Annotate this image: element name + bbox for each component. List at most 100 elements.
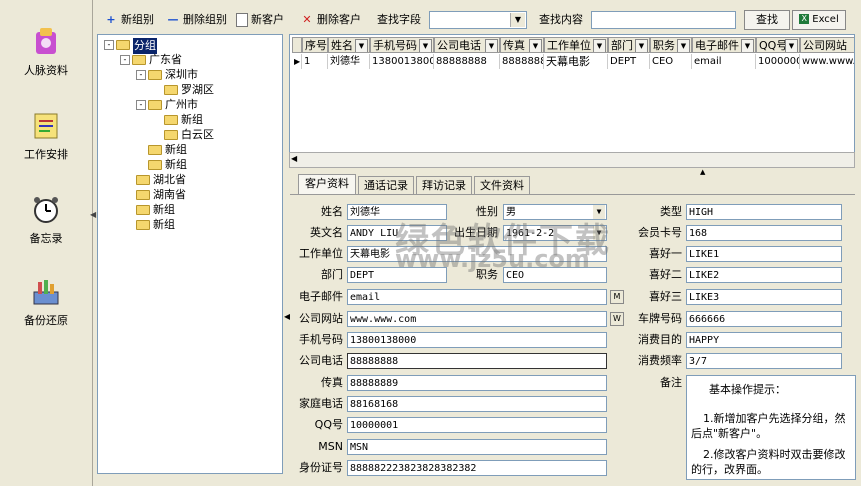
dropdown-arrow-icon[interactable]: ▼ [355, 39, 368, 52]
table-cell[interactable]: DEPT [608, 54, 650, 69]
splitter-up-icon[interactable]: ▲ [700, 168, 705, 176]
label-mobile: 手机号码 [299, 333, 343, 346]
email-field[interactable]: email [347, 289, 607, 305]
tree-node[interactable]: 罗湖区 [164, 83, 214, 97]
tree-node[interactable]: 湖南省 [136, 188, 186, 202]
tree-node[interactable]: 新组 [148, 158, 187, 172]
horizontal-scrollbar[interactable]: ◀ [289, 152, 855, 168]
dropdown-arrow-icon[interactable]: ▼ [419, 39, 432, 52]
website-field[interactable]: www.www.com [347, 311, 607, 327]
watermark-url: www.jz5u.com [395, 245, 590, 273]
hobby1-field[interactable]: LIKE1 [686, 246, 842, 262]
nav-memo[interactable]: 备忘录 [0, 194, 92, 246]
label-english-name: 英文名 [310, 226, 343, 239]
remarks-textarea[interactable]: 基本操作提示： 1.新增加客户先选择分组，然后点"新客户"。 2.修改客户资料时… [686, 375, 856, 480]
search-content-input[interactable] [591, 11, 736, 29]
column-header[interactable]: 传真 ▼ [500, 37, 544, 53]
tree-node[interactable]: - 广东省 [120, 53, 182, 67]
home-phone-field[interactable]: 88168168 [347, 396, 607, 412]
scroll-left-icon[interactable]: ◀ [291, 154, 297, 163]
collapse-icon[interactable]: - [136, 100, 146, 110]
nav-schedule[interactable]: 工作安排 [0, 110, 92, 162]
dropdown-arrow-icon[interactable]: ▼ [529, 39, 542, 52]
nav-backup[interactable]: 备份还原 [0, 276, 92, 328]
hobby3-field[interactable]: LIKE3 [686, 289, 842, 305]
new-group-button[interactable]: + 新组别 [104, 10, 154, 30]
column-header[interactable]: 公司电话 ▼ [434, 37, 500, 53]
column-header[interactable]: 公司网站 [800, 37, 854, 53]
tree-node[interactable]: 新组 [148, 143, 187, 157]
tab-visit-records[interactable]: 拜访记录 [416, 176, 472, 194]
collapse-nav-icon[interactable]: ◀ [90, 210, 96, 226]
dropdown-arrow-icon[interactable]: ▼ [677, 39, 690, 52]
dropdown-arrow-icon[interactable]: ▼ [785, 39, 798, 52]
dropdown-arrow-icon[interactable]: ▼ [635, 39, 648, 52]
tree-node[interactable]: 白云区 [164, 128, 214, 142]
collapse-icon[interactable]: - [104, 40, 114, 50]
tree-node[interactable]: - 广州市 [136, 98, 198, 112]
column-header[interactable]: 部门 ▼ [608, 37, 650, 53]
type-field[interactable]: HIGH [686, 204, 842, 220]
folder-icon [136, 175, 150, 185]
dropdown-arrow-icon[interactable]: ▼ [593, 39, 606, 52]
tree-node[interactable]: 新组 [136, 203, 175, 217]
column-header[interactable]: 序号 [302, 37, 328, 53]
tree-node[interactable]: 湖北省 [136, 173, 186, 187]
table-cell[interactable]: 88888888 [434, 54, 500, 69]
group-tree[interactable]: - 分组 - 广东省 - 深圳市 罗湖区 - 广州市 新组 白云区 新组 新组 湖北省 … [97, 34, 283, 474]
table-cell[interactable]: 天幕电影 [544, 54, 608, 69]
search-field-select[interactable]: ▼ [429, 11, 527, 29]
fax-field[interactable]: 88888889 [347, 375, 607, 391]
collapse-icon[interactable]: - [136, 70, 146, 80]
table-cell[interactable]: 1 [302, 54, 328, 69]
column-header[interactable]: 姓名 ▼ [328, 37, 370, 53]
row-pointer-icon: ▶ [292, 54, 302, 69]
customer-grid[interactable]: 序号 姓名 ▼ 手机号码 ▼ 公司电话 ▼ 传真 ▼ 工作单位 ▼ 部门 ▼ 职务 ▼ 电子邮… [289, 34, 855, 168]
tab-call-records[interactable]: 通话记录 [358, 176, 414, 194]
nav-contacts[interactable]: 人脉资料 [0, 26, 92, 78]
company-phone-field[interactable]: 88888888 [347, 353, 607, 369]
table-cell[interactable]: CEO [650, 54, 692, 69]
tree-node-root[interactable]: - 分组 [104, 38, 157, 54]
table-cell[interactable]: email [692, 54, 756, 69]
member-card-field[interactable]: 168 [686, 225, 842, 241]
search-button[interactable]: 查找 [744, 10, 790, 30]
nav-label: 备份还原 [24, 314, 68, 327]
column-header[interactable]: 手机号码 ▼ [370, 37, 434, 53]
mobile-field[interactable]: 13800138000 [347, 332, 607, 348]
delete-customer-button[interactable]: ✕ 删除客户 [300, 10, 361, 30]
column-header[interactable]: 职务 ▼ [650, 37, 692, 53]
qq-field[interactable]: 10000001 [347, 417, 607, 433]
id-number-field[interactable]: 888882223823828382382 [347, 460, 607, 476]
table-cell[interactable]: 88888889 [500, 54, 544, 69]
label-member-card: 会员卡号 [638, 226, 682, 239]
table-cell[interactable]: 13800138000 [370, 54, 434, 69]
dropdown-arrow-icon[interactable]: ▼ [485, 39, 498, 52]
tab-customer-info[interactable]: 客户资料 [298, 174, 356, 194]
folder-icon [132, 55, 146, 65]
delete-group-button[interactable]: — 删除组别 [166, 10, 228, 30]
plate-field[interactable]: 666666 [686, 311, 842, 327]
column-header[interactable]: QQ号 ▼ [756, 37, 800, 53]
column-header[interactable]: 电子邮件 ▼ [692, 37, 756, 53]
column-header[interactable]: 工作单位 ▼ [544, 37, 608, 53]
tab-file-records[interactable]: 文件资料 [474, 176, 530, 194]
frequency-field[interactable]: 3/7 [686, 353, 842, 369]
excel-button[interactable]: X Excel [792, 10, 846, 30]
tree-node[interactable]: 新组 [136, 218, 175, 232]
purpose-field[interactable]: HAPPY [686, 332, 842, 348]
tree-node[interactable]: 新组 [164, 113, 203, 127]
new-customer-button[interactable]: 新客户 [236, 10, 284, 30]
table-cell[interactable]: www.www.c [800, 54, 854, 69]
table-cell[interactable]: 刘德华 [328, 54, 370, 69]
new-document-icon [236, 13, 248, 27]
nav-label: 工作安排 [24, 148, 68, 161]
dropdown-arrow-icon[interactable]: ▼ [741, 39, 754, 52]
hobby2-field[interactable]: LIKE2 [686, 267, 842, 283]
tree-node[interactable]: - 深圳市 [136, 68, 198, 82]
table-cell[interactable]: 1000000 [756, 54, 800, 69]
folder-icon [136, 190, 150, 200]
label-purpose: 消费目的 [638, 333, 682, 346]
msn-field[interactable]: MSN [347, 439, 607, 455]
collapse-icon[interactable]: - [120, 55, 130, 65]
